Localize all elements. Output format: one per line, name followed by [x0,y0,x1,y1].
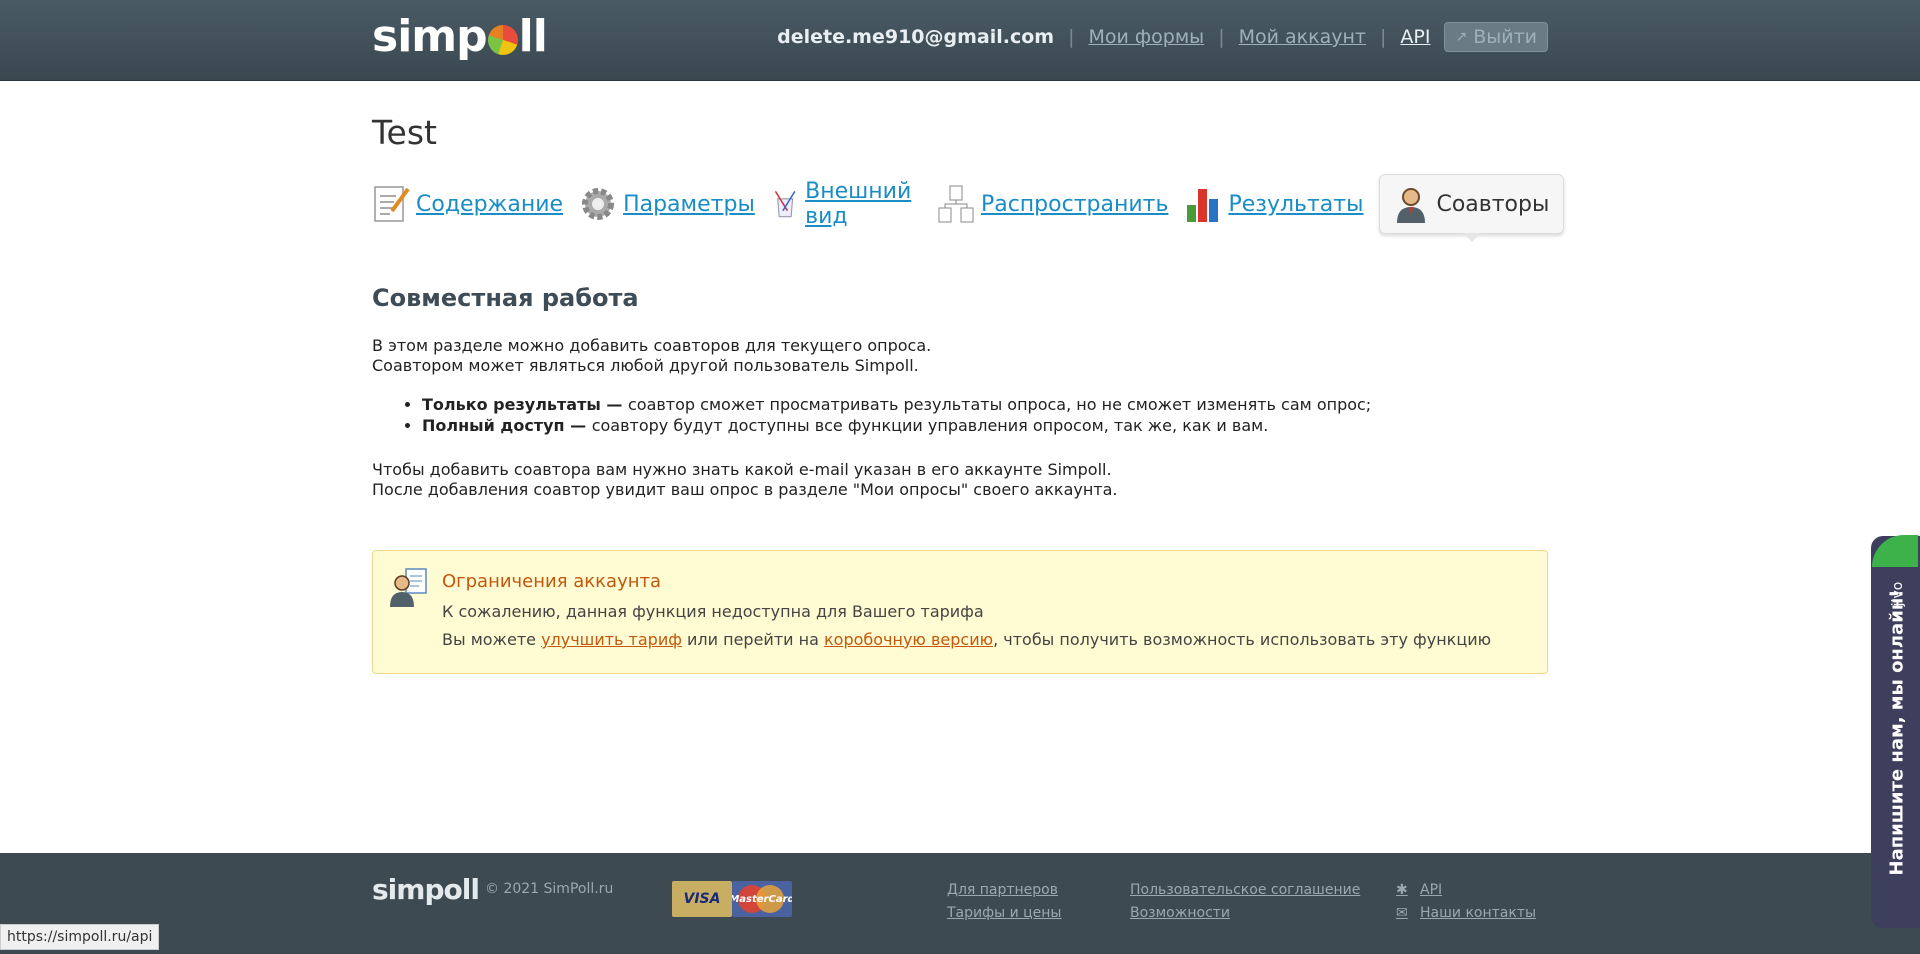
jivo-leaf-icon [1872,535,1918,567]
footer: simpoll © 2021 SimPoll.ru VISA MasterCar… [0,853,1920,954]
copyright: © 2021 SimPoll.ru [485,881,614,897]
coauthor-icon [1397,188,1426,223]
mastercard-logo: MasterCard [732,881,792,917]
access-levels-list: Только результаты — соавтор сможет просм… [372,394,1548,436]
pricing-link[interactable]: Тарифы и цены [947,902,1062,925]
mail-icon: ✉ [1396,905,1408,921]
user-nav: delete.me910@gmail.com | Мои формы | Мой… [777,22,1548,52]
tab-results[interactable]: Результаты [1184,183,1363,225]
api-link[interactable]: API [1400,26,1430,48]
footer-col-1: Для партнеров Тарифы и цены [947,879,1062,925]
logout-button[interactable]: ↗ Выйти [1444,22,1548,52]
upgrade-plan-link[interactable]: улучшить тариф [541,630,682,649]
logo-pie-icon [487,25,518,55]
contacts-link[interactable]: ✉ Наши контакты [1396,902,1536,925]
tab-appearance[interactable]: Внешний вид [771,179,921,229]
list-item: Полный доступ — соавтору будут доступны … [422,415,1548,436]
page-title: Test [372,113,437,152]
section-title: Совместная работа [372,284,639,312]
user-email: delete.me910@gmail.com [777,26,1055,48]
share-icon [938,185,974,223]
outro-text: Чтобы добавить соавтора вам нужно знать … [372,460,1118,499]
my-account-link[interactable]: Мой аккаунт [1239,26,1366,48]
jivo-chat-widget[interactable]: jivo Напишите нам, мы онлайн! [1871,535,1920,928]
intro-text: В этом разделе можно добавить соавторов … [372,336,932,375]
partners-link[interactable]: Для партнеров [947,879,1062,902]
jivo-label: Напишите нам, мы онлайн! [1886,589,1908,876]
features-link[interactable]: Возможности [1130,902,1360,925]
tab-content[interactable]: Содержание [372,183,563,225]
logo-text: simp [372,10,488,62]
account-limit-notice: Ограничения аккаунта К сожалению, данная… [372,550,1548,674]
browser-status-bar: https://simpoll.ru/api [0,924,160,950]
terms-link[interactable]: Пользовательское соглашение [1130,879,1360,902]
notice-title: Ограничения аккаунта [442,571,662,592]
my-forms-link[interactable]: Мои формы [1089,26,1205,48]
tab-parameters[interactable]: Параметры [579,183,755,225]
paint-icon [774,190,796,218]
edit-icon [374,186,410,222]
tab-share[interactable]: Распространить [937,183,1168,225]
footer-col-2: Пользовательское соглашение Возможности [1130,879,1360,925]
tab-coauthors[interactable]: Соавторы [1379,174,1565,242]
footer-api-link[interactable]: ✱ API [1396,879,1536,902]
notice-message: К сожалению, данная функция недоступна д… [442,602,984,621]
visa-logo: VISA [672,881,732,917]
tab-bar: Содержание Параметры Внешний вид Распрос… [372,174,1565,242]
main-content: Test Содержание Параметры Внешний вид Ра… [372,81,1565,674]
list-item: Только результаты — соавтор сможет просм… [422,394,1548,415]
bar-chart-icon [1187,189,1219,222]
notice-actions: Вы можете улучшить тариф или перейти на … [442,630,1492,649]
boxed-version-link[interactable]: коробочную версию [824,630,993,649]
footer-col-3: ✱ API ✉ Наши контакты [1396,879,1536,925]
logo-text-end: ll [518,10,548,62]
manager-icon [390,568,427,607]
top-header: simp ll delete.me910@gmail.com | Мои форм… [0,0,1920,81]
footer-logo[interactable]: simpoll [372,873,480,906]
simpoll-logo[interactable]: simp ll [372,10,548,62]
gear-icon: ✱ [1396,882,1408,898]
external-link-icon: ↗ [1455,29,1468,45]
gear-icon [582,188,615,220]
payment-cards: VISA MasterCard [672,881,792,917]
